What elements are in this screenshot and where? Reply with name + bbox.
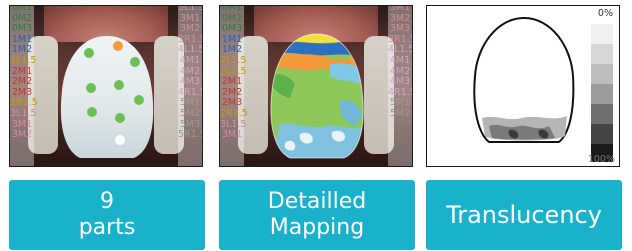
translucency-zones <box>482 116 567 141</box>
detailed-mapping-line-2: Mapping <box>269 215 365 240</box>
shade-column-right: 3L1.5 3M1 3M2 3R1.5 4L1.5 4M1 4M2 4M3 4R1.5 5M1 5M… <box>178 6 202 166</box>
dot-green <box>87 107 97 117</box>
scale-top-label: 0% <box>597 8 613 19</box>
scale-bottom-label: 100% <box>587 154 615 165</box>
shade-label: 5M2 <box>179 107 201 119</box>
translucency-button[interactable]: Translucency <box>426 180 622 250</box>
nine-parts-panel: 0M1 0M2 0M3 1M1 1M2 2L1.5 2M1 2M2 2M3 2R1.5 3L1.5 3… <box>9 5 203 167</box>
translucency-panel: 0% 100% <box>426 5 620 167</box>
shade-label: 2L1.5 <box>10 54 37 66</box>
dot-green <box>130 57 140 67</box>
shade-label: 5M2 <box>389 107 411 119</box>
shade-label: 4M1 <box>179 54 201 66</box>
dot-green <box>134 95 144 105</box>
detailed-mapping-line-1: Detailled <box>267 189 367 214</box>
shade-label: 2L1.5 <box>220 54 247 66</box>
dot-white <box>115 135 125 145</box>
shade-column-right: 3M1 3M2 3M3 3R1.5 4L1.5 4M1 4M2 4M3 4R1.5 5M1 5M2 <box>388 6 412 166</box>
detailed-mapping-panel: 0M1 0M2 0M3 1M1 1M2 2L1.5 2L2.5 2M1 2M2 2M3 2R1.5 3… <box>219 5 413 167</box>
dot-green <box>84 48 94 58</box>
shade-label: 4M1 <box>389 54 411 66</box>
shade-list-left: 0M1 0M2 0M3 1M1 1M2 2L1.5 2M1 2M2 2M3 2R1.5 3L1.5 3… <box>10 6 38 141</box>
translucency-svg <box>473 16 613 162</box>
shade-label: 3M1 <box>221 129 243 141</box>
translucency-label: Translucency <box>446 201 602 229</box>
nine-parts-line-1: 9 <box>100 189 114 214</box>
shade-label: 3L1.5 <box>10 107 37 119</box>
detailed-mapping-button[interactable]: Detailled Mapping <box>219 180 415 250</box>
shade-column-left: 0M1 0M2 0M3 1M1 1M2 2L1.5 2L2.5 2M1 2M2 2M3 2R1.5 3… <box>220 6 248 166</box>
shade-column-left: 0M1 0M2 0M3 1M1 1M2 2L1.5 2M1 2M2 2M3 2R1.5 3L1.5 3… <box>10 6 38 166</box>
dot-orange <box>113 41 123 51</box>
nine-parts-button[interactable]: 9 parts <box>9 180 205 250</box>
tooth-svg <box>60 36 154 158</box>
shade-label: 5R1.5 <box>178 129 203 141</box>
shade-list-right: 3M1 3M2 3M3 3R1.5 4L1.5 4M1 4M2 4M3 4R1.5 5M1 5M2 <box>388 6 412 120</box>
dot-green <box>86 83 96 93</box>
shade-list-right: 3L1.5 3M1 3M2 3R1.5 4L1.5 4M1 4M2 4M3 4R1.5 5M1 5M… <box>178 6 203 141</box>
shade-map-svg <box>270 33 364 159</box>
translucency-scale <box>591 24 613 162</box>
shade-label: 2R1.5 <box>220 107 248 119</box>
dot-green <box>114 80 124 90</box>
shade-label: 3M2 <box>11 129 33 141</box>
dot-green <box>115 113 125 123</box>
shade-list-left: 0M1 0M2 0M3 1M1 1M2 2L1.5 2L2.5 2M1 2M2 2M3 2R1.5 3… <box>220 6 248 141</box>
nine-parts-line-2: parts <box>78 215 136 240</box>
